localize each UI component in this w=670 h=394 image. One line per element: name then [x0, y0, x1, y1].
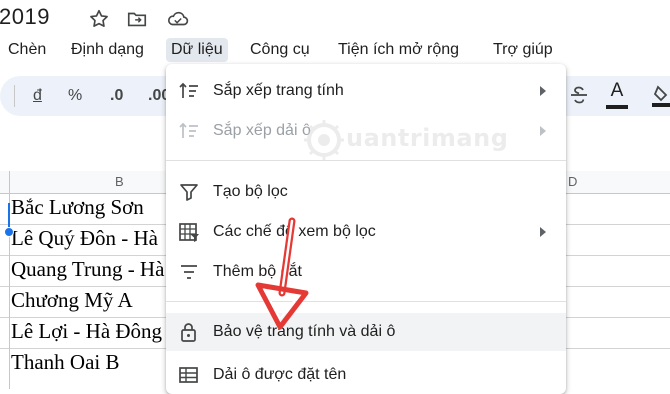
text-color-swatch	[606, 105, 628, 109]
format-currency-button[interactable]: đ	[33, 84, 42, 108]
filter-views-icon	[178, 222, 200, 242]
cell-b[interactable]: Chương Mỹ A	[11, 288, 165, 313]
title-row: 2019	[0, 0, 670, 36]
toolbar-divider	[14, 85, 15, 107]
menu-item-label: Thêm bộ cắt	[213, 263, 302, 280]
menu-item-label: Các chế độ xem bộ lọc	[213, 223, 376, 240]
column-header-b[interactable]: B	[115, 174, 124, 189]
menu-divider	[166, 301, 566, 302]
menu-item-sort-sheet[interactable]: Sắp xếp trang tính	[166, 72, 566, 110]
cell-b[interactable]: Thanh Oai B	[11, 350, 165, 375]
menu-item-filter-views[interactable]: Các chế độ xem bộ lọc	[166, 213, 566, 251]
cell-b[interactable]: Bắc Lương Sơn	[11, 195, 165, 220]
menu-format[interactable]: Định dạng	[66, 38, 149, 62]
menu-item-create-filter[interactable]: Tạo bộ lọc	[166, 173, 566, 211]
column-header-d[interactable]: D	[568, 174, 577, 189]
text-color-label: A	[610, 80, 624, 101]
column-divider	[9, 171, 10, 193]
format-percent-button[interactable]: %	[68, 84, 82, 108]
menu-item-add-slicer[interactable]: Thêm bộ cắt	[166, 253, 566, 291]
lock-icon	[178, 322, 200, 342]
submenu-arrow-icon	[540, 126, 546, 136]
selection-fill-handle[interactable]	[4, 227, 14, 237]
menu-tools[interactable]: Công cụ	[245, 38, 315, 62]
cloud-status-icon[interactable]	[166, 8, 189, 30]
menu-item-label: Dải ô được đặt tên	[213, 366, 347, 383]
submenu-arrow-icon	[540, 86, 546, 96]
cell-b[interactable]: Lê Lợi - Hà Đông	[11, 319, 165, 344]
menu-item-label: Sắp xếp trang tính	[213, 82, 344, 99]
fill-color-icon[interactable]	[652, 82, 670, 107]
decrease-decimals-button[interactable]: .0	[110, 84, 123, 108]
menu-item-protect-sheets[interactable]: Bảo vệ trang tính và dải ô	[166, 313, 566, 351]
strikethrough-icon[interactable]	[568, 82, 590, 106]
move-to-folder-icon[interactable]	[126, 8, 148, 30]
menu-item-label: Tạo bộ lọc	[213, 183, 288, 200]
menu-insert[interactable]: Chèn	[3, 38, 51, 62]
menu-item-label: Bảo vệ trang tính và dải ô	[213, 323, 396, 340]
menu-extensions[interactable]: Tiện ích mở rộng	[333, 38, 464, 62]
slicer-icon	[178, 262, 200, 282]
menu-data[interactable]: Dữ liệu	[166, 38, 228, 62]
menu-help[interactable]: Trợ giúp	[488, 38, 558, 62]
menu-item-sort-range[interactable]: Sắp xếp dải ô	[166, 112, 566, 150]
sort-range-icon	[178, 121, 200, 141]
menu-bar: Chèn Định dạng Dữ liệu Công cụ Tiện ích …	[0, 36, 670, 64]
cell-b[interactable]: Lê Quý Đôn - Hà	[11, 226, 165, 251]
sort-icon	[178, 81, 200, 101]
submenu-arrow-icon	[540, 227, 546, 237]
filter-icon	[178, 182, 200, 202]
text-color-icon[interactable]: A	[606, 80, 628, 109]
cell-b[interactable]: Quang Trung - Hà	[11, 257, 165, 282]
menu-divider	[166, 160, 566, 161]
data-menu-dropdown: Sắp xếp trang tính Sắp xếp dải ô Tạo bộ …	[166, 64, 566, 394]
document-title[interactable]: 2019	[0, 4, 50, 30]
named-range-icon	[178, 365, 200, 385]
star-icon[interactable]	[88, 8, 110, 30]
menu-item-label: Sắp xếp dải ô	[213, 122, 311, 139]
menu-item-named-ranges[interactable]: Dải ô được đặt tên	[166, 356, 566, 394]
